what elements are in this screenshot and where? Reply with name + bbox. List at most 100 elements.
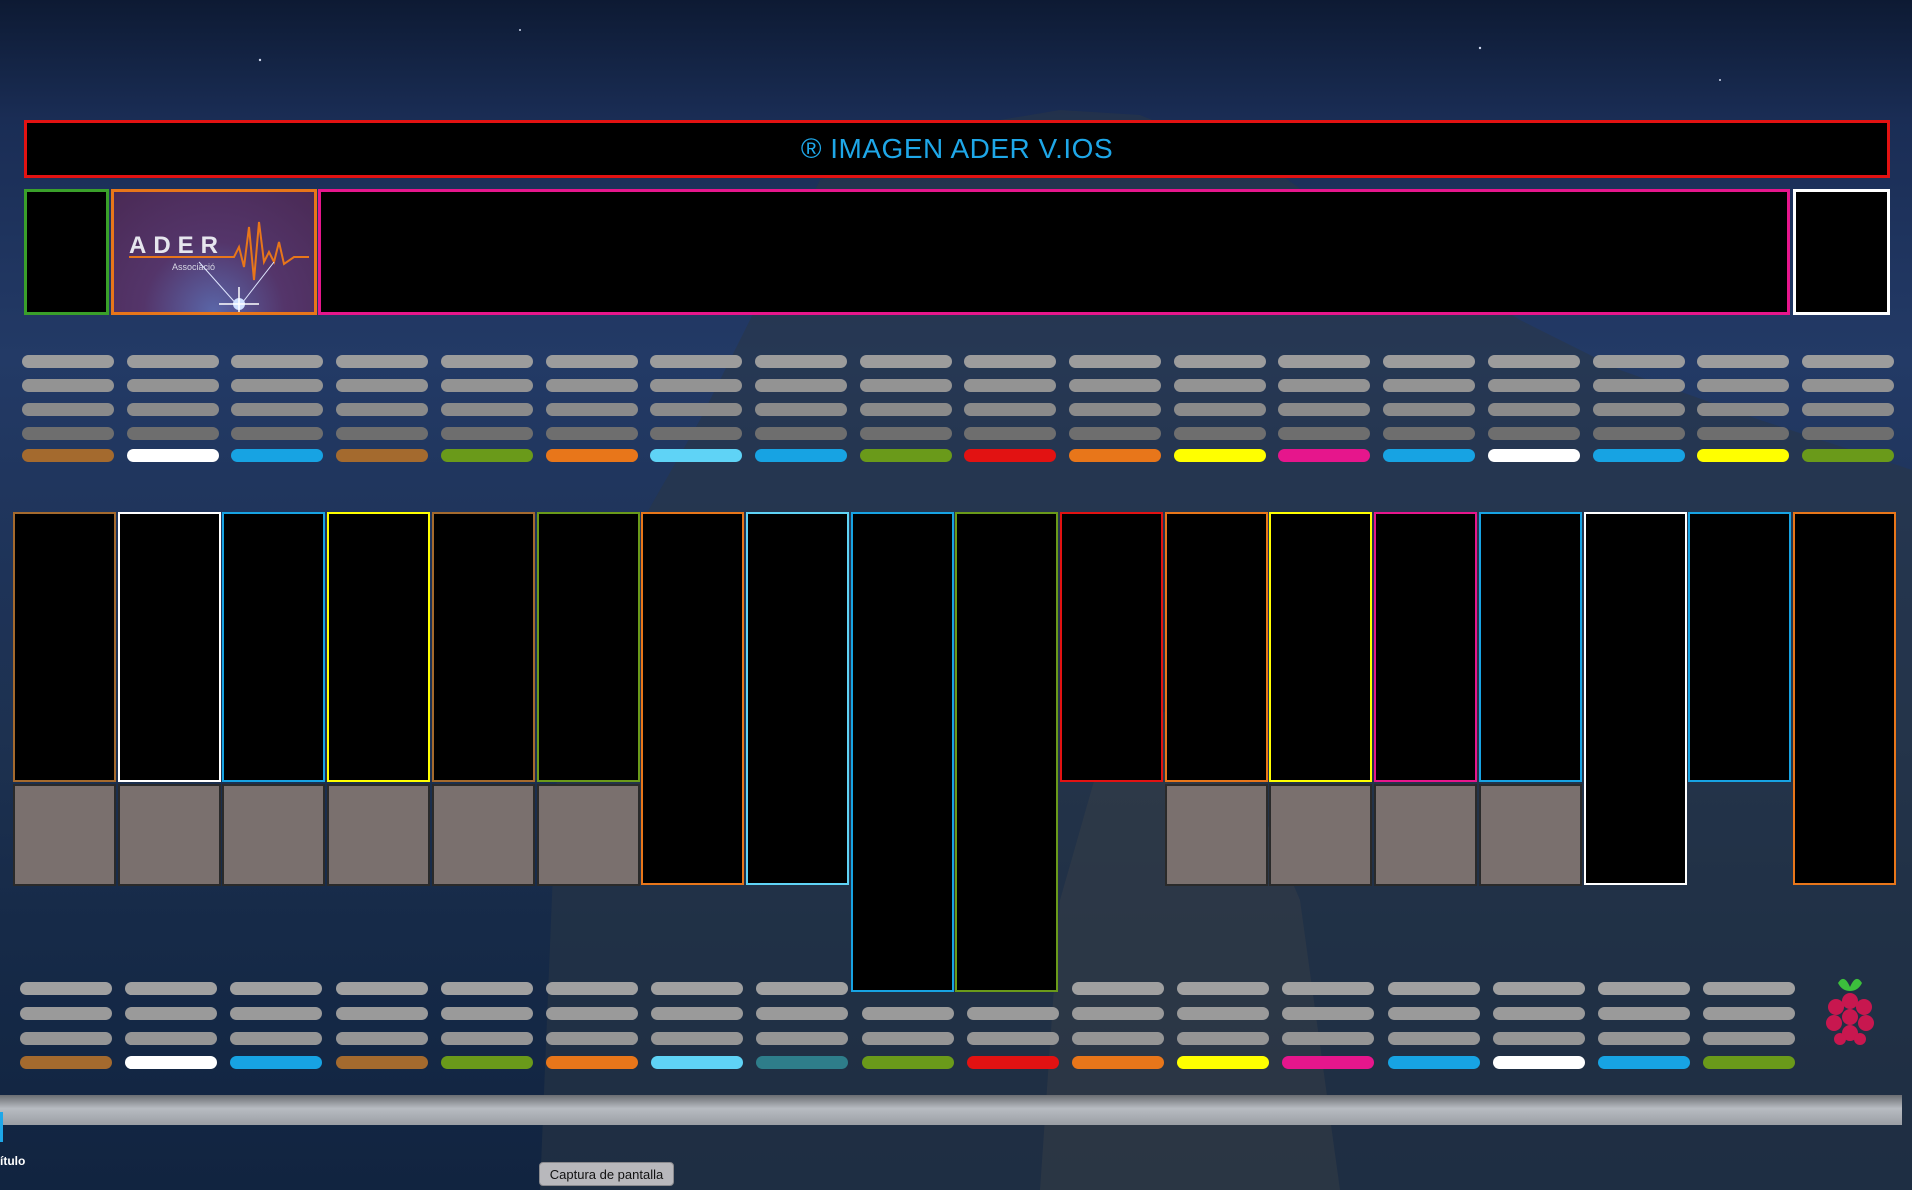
status-strip xyxy=(20,1032,112,1045)
color-strip xyxy=(755,449,847,462)
status-strip xyxy=(1174,403,1266,416)
status-strip xyxy=(441,355,533,368)
status-strip xyxy=(862,1032,954,1045)
piano-key[interactable] xyxy=(955,512,1058,992)
status-strip xyxy=(1069,427,1161,440)
status-strip xyxy=(756,1007,848,1020)
piano-key[interactable] xyxy=(851,512,954,992)
piano-key[interactable] xyxy=(432,512,535,782)
piano-key[interactable] xyxy=(1165,512,1268,782)
status-strip xyxy=(22,403,114,416)
piano-key-lower[interactable] xyxy=(1479,784,1582,886)
color-strip xyxy=(1703,1056,1795,1069)
status-strip xyxy=(1697,403,1789,416)
status-strip xyxy=(964,355,1056,368)
color-strip xyxy=(546,1056,638,1069)
piano-key-lower[interactable] xyxy=(118,784,221,886)
piano-key[interactable] xyxy=(1479,512,1582,782)
color-strip xyxy=(1072,1056,1164,1069)
status-strip xyxy=(1488,427,1580,440)
status-strip xyxy=(1493,1007,1585,1020)
color-strip xyxy=(1493,1056,1585,1069)
color-strip xyxy=(862,1056,954,1069)
status-strip xyxy=(1802,403,1894,416)
status-strip xyxy=(1703,982,1795,995)
status-strip xyxy=(756,1032,848,1045)
status-strip xyxy=(755,355,847,368)
color-strip xyxy=(231,449,323,462)
color-strip xyxy=(651,1056,743,1069)
piano-key[interactable] xyxy=(327,512,430,782)
status-strip xyxy=(127,379,219,392)
status-strip xyxy=(546,403,638,416)
color-strip xyxy=(441,1056,533,1069)
status-strip xyxy=(651,1007,743,1020)
color-strip xyxy=(336,1056,428,1069)
color-strip xyxy=(1802,449,1894,462)
status-strip xyxy=(1388,1032,1480,1045)
piano-key[interactable] xyxy=(641,512,744,885)
status-strip xyxy=(441,403,533,416)
status-strip xyxy=(441,1032,533,1045)
color-strip xyxy=(20,1056,112,1069)
status-strip xyxy=(546,1007,638,1020)
piano-key-lower[interactable] xyxy=(13,784,116,886)
piano-key[interactable] xyxy=(13,512,116,782)
dock-indicator[interactable] xyxy=(0,1112,3,1142)
status-strip xyxy=(1177,1032,1269,1045)
piano-key[interactable] xyxy=(1060,512,1163,782)
piano-key-lower[interactable] xyxy=(1269,784,1372,886)
status-strip xyxy=(1598,982,1690,995)
status-strip xyxy=(231,403,323,416)
color-strip xyxy=(1383,449,1475,462)
status-strip xyxy=(546,1032,638,1045)
status-strip xyxy=(1593,403,1685,416)
status-strip xyxy=(1282,982,1374,995)
color-strip xyxy=(230,1056,322,1069)
piano-key-lower[interactable] xyxy=(1165,784,1268,886)
color-strip xyxy=(860,449,952,462)
status-strip xyxy=(1069,355,1161,368)
status-strip xyxy=(1802,355,1894,368)
raspberry-pi-icon xyxy=(1826,978,1874,1045)
waveform-icon xyxy=(129,221,309,312)
piano-key[interactable] xyxy=(1793,512,1896,885)
dock-label: ítulo xyxy=(0,1154,26,1168)
piano-key-lower[interactable] xyxy=(327,784,430,886)
status-strip xyxy=(1282,1032,1374,1045)
status-strip xyxy=(336,427,428,440)
piano-key-lower[interactable] xyxy=(537,784,640,886)
color-strip xyxy=(967,1056,1059,1069)
piano-key[interactable] xyxy=(746,512,849,885)
status-strip xyxy=(336,1032,428,1045)
piano-key[interactable] xyxy=(1269,512,1372,782)
color-strip xyxy=(336,449,428,462)
piano-key[interactable] xyxy=(1584,512,1687,885)
status-strip xyxy=(1802,379,1894,392)
piano-key[interactable] xyxy=(118,512,221,782)
piano-key[interactable] xyxy=(537,512,640,782)
color-strip xyxy=(1388,1056,1480,1069)
status-strip xyxy=(964,403,1056,416)
piano-key-lower[interactable] xyxy=(432,784,535,886)
status-strip xyxy=(755,379,847,392)
status-strip xyxy=(1493,982,1585,995)
status-strip xyxy=(1174,427,1266,440)
piano-key-lower[interactable] xyxy=(1374,784,1477,886)
status-strip xyxy=(1278,403,1370,416)
status-strip xyxy=(231,427,323,440)
status-strip xyxy=(1703,1007,1795,1020)
piano-key[interactable] xyxy=(1688,512,1791,782)
status-strip xyxy=(1072,982,1164,995)
color-strip xyxy=(1278,449,1370,462)
piano-key-lower[interactable] xyxy=(222,784,325,886)
status-strip xyxy=(441,982,533,995)
status-strip xyxy=(860,403,952,416)
piano-key[interactable] xyxy=(222,512,325,782)
status-strip xyxy=(1598,1032,1690,1045)
piano-key[interactable] xyxy=(1374,512,1477,782)
color-strip xyxy=(125,1056,217,1069)
status-strip xyxy=(1388,1007,1480,1020)
color-strip xyxy=(964,449,1056,462)
status-strip xyxy=(22,355,114,368)
